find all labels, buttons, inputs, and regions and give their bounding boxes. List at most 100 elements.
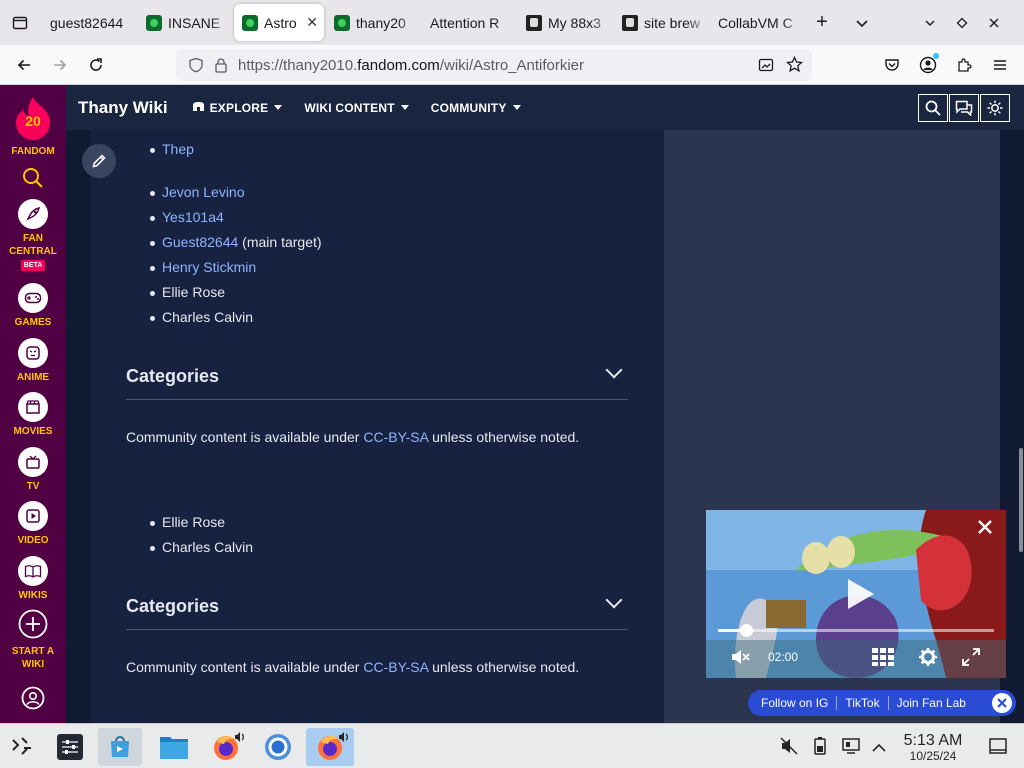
back-arrow-icon[interactable] xyxy=(6,47,42,83)
video-close-icon[interactable] xyxy=(976,518,994,541)
rail-item-label: GAMES xyxy=(14,317,52,328)
tray-expand-chevron-icon[interactable] xyxy=(872,740,886,758)
license-link[interactable]: CC-BY-SA xyxy=(363,429,428,445)
rail-item-anime[interactable]: ANIME xyxy=(0,338,66,384)
list-link[interactable]: Henry Stickmin xyxy=(162,259,256,275)
social-close-icon[interactable] xyxy=(992,693,1012,713)
extensions-puzzle-icon[interactable] xyxy=(946,47,982,83)
show-desktop-icon[interactable] xyxy=(989,738,1007,759)
nav-wiki-content[interactable]: WIKI CONTENT xyxy=(304,101,409,115)
url-bar[interactable]: https://thany2010.fandom.com/wiki/Astro_… xyxy=(176,49,812,81)
browser-tab[interactable]: CollabVM C xyxy=(710,0,806,45)
list-link[interactable]: Yes101a4 xyxy=(162,209,224,225)
rail-item-tv[interactable]: TV xyxy=(0,447,66,493)
rail-item-label: WIKIS xyxy=(18,590,48,601)
browser-tab[interactable]: Attention R xyxy=(422,0,518,45)
close-tab-icon[interactable]: ✕ xyxy=(306,14,318,31)
nav-explore[interactable]: EXPLORE xyxy=(192,101,283,115)
browser-tab-bar: guest82644 INSANE Astro ✕ thany20 Attent… xyxy=(0,0,1024,45)
wiki-search-icon[interactable] xyxy=(918,94,948,122)
window-minimize-icon[interactable] xyxy=(914,7,946,39)
chevron-down-icon xyxy=(605,361,623,379)
browser-tab-active[interactable]: Astro ✕ xyxy=(234,4,324,41)
video-progress-track[interactable] xyxy=(718,624,994,637)
nav-community[interactable]: COMMUNITY xyxy=(431,101,521,115)
wiki-name[interactable]: Thany Wiki xyxy=(78,98,168,118)
firefox-active-app-icon[interactable] xyxy=(306,728,354,766)
account-icon[interactable] xyxy=(910,47,946,83)
rail-item-video[interactable]: VIDEO xyxy=(0,501,66,547)
rail-item-label: TV xyxy=(26,481,40,492)
tracking-shield-icon[interactable] xyxy=(188,57,204,78)
battery-icon[interactable] xyxy=(814,737,826,760)
scrollbar-thumb[interactable] xyxy=(1019,448,1023,552)
tab-list-icon[interactable] xyxy=(4,7,36,39)
search-icon[interactable] xyxy=(22,167,44,194)
list-text: Charles Calvin xyxy=(162,309,254,325)
list-link[interactable]: Thep xyxy=(162,141,194,157)
browser-tab[interactable]: My 88x3 xyxy=(518,0,614,45)
rail-item-games[interactable]: GAMES xyxy=(0,283,66,329)
system-settings-app-icon[interactable] xyxy=(48,728,92,766)
browser-tab[interactable]: site brew xyxy=(614,0,710,45)
list-link[interactable]: Jevon Levino xyxy=(162,184,245,200)
rail-item-movies[interactable]: MOVIES xyxy=(0,392,66,438)
chromium-app-icon[interactable] xyxy=(256,728,300,766)
file-manager-app-icon[interactable] xyxy=(152,728,196,766)
book-icon xyxy=(18,556,48,586)
pocket-icon[interactable] xyxy=(874,47,910,83)
rail-item-fan-central[interactable]: FAN CENTRAL BETA xyxy=(0,199,66,271)
plus-circle-icon xyxy=(18,609,48,643)
video-settings-gear-icon[interactable] xyxy=(918,647,938,672)
edit-pencil-button[interactable] xyxy=(82,144,116,178)
app-launcher-icon[interactable] xyxy=(0,728,44,766)
license-post: unless otherwise noted. xyxy=(428,659,580,675)
list-item: Guest82644 (main target) xyxy=(150,234,322,250)
follow-ig-link[interactable]: Follow on IG xyxy=(748,696,838,710)
tiktok-link[interactable]: TikTok xyxy=(837,696,889,710)
video-progress-knob[interactable] xyxy=(739,624,753,637)
reader-view-icon[interactable] xyxy=(758,57,774,78)
fandom-logo[interactable]: 20 xyxy=(14,95,52,141)
chevron-down-icon xyxy=(605,591,623,609)
clock-time: 5:13 AM xyxy=(903,732,963,749)
join-fan-lab-link[interactable]: Join Fan Lab xyxy=(889,696,974,710)
window-restore-icon[interactable] xyxy=(946,7,978,39)
pencil-icon xyxy=(92,154,106,168)
browser-tab[interactable]: guest82644 xyxy=(42,0,138,45)
lock-icon[interactable] xyxy=(214,57,228,78)
clock[interactable]: 5:13 AM 10/25/24 xyxy=(896,732,970,763)
rail-item-start-a-wiki[interactable]: START A WIKI xyxy=(0,609,66,671)
fullscreen-icon[interactable] xyxy=(962,648,980,671)
display-icon[interactable] xyxy=(842,737,860,760)
categories-header[interactable]: Categories xyxy=(126,590,628,630)
video-grid-icon[interactable] xyxy=(872,648,894,671)
categories-header[interactable]: Categories xyxy=(126,360,628,400)
firefox-app-icon[interactable] xyxy=(204,728,248,766)
new-tab-plus-icon[interactable]: + xyxy=(806,7,838,39)
hamburger-menu-icon[interactable] xyxy=(982,47,1018,83)
discover-app-icon[interactable] xyxy=(98,728,142,766)
window-close-icon[interactable] xyxy=(978,7,1010,39)
forward-arrow-icon[interactable] xyxy=(42,47,78,83)
rocket-icon xyxy=(18,199,48,229)
license-link[interactable]: CC-BY-SA xyxy=(363,659,428,675)
url-text[interactable]: https://thany2010.fandom.com/wiki/Astro_… xyxy=(238,57,584,74)
bookmark-star-icon[interactable] xyxy=(785,55,804,78)
tab-overflow-chevron-icon[interactable] xyxy=(846,7,878,39)
video-player[interactable]: 02:00 xyxy=(706,510,1006,678)
volume-muted-icon[interactable] xyxy=(780,737,798,760)
user-avatar-icon[interactable] xyxy=(21,686,45,715)
browser-tab[interactable]: INSANE xyxy=(138,0,234,45)
discussions-icon[interactable] xyxy=(949,94,979,122)
list-item: Ellie Rose xyxy=(149,284,225,300)
theme-toggle-sun-icon[interactable] xyxy=(980,94,1010,122)
reload-icon[interactable] xyxy=(78,47,114,83)
play-button-icon[interactable] xyxy=(842,576,878,617)
rail-item-wikis[interactable]: WIKIS xyxy=(0,556,66,602)
url-path: /wiki/Astro_Antiforkier xyxy=(439,56,585,74)
mute-icon[interactable] xyxy=(730,648,750,671)
browser-tab[interactable]: thany20 xyxy=(326,0,422,45)
page-favicon-icon xyxy=(622,14,638,31)
list-link[interactable]: Guest82644 xyxy=(162,234,238,250)
